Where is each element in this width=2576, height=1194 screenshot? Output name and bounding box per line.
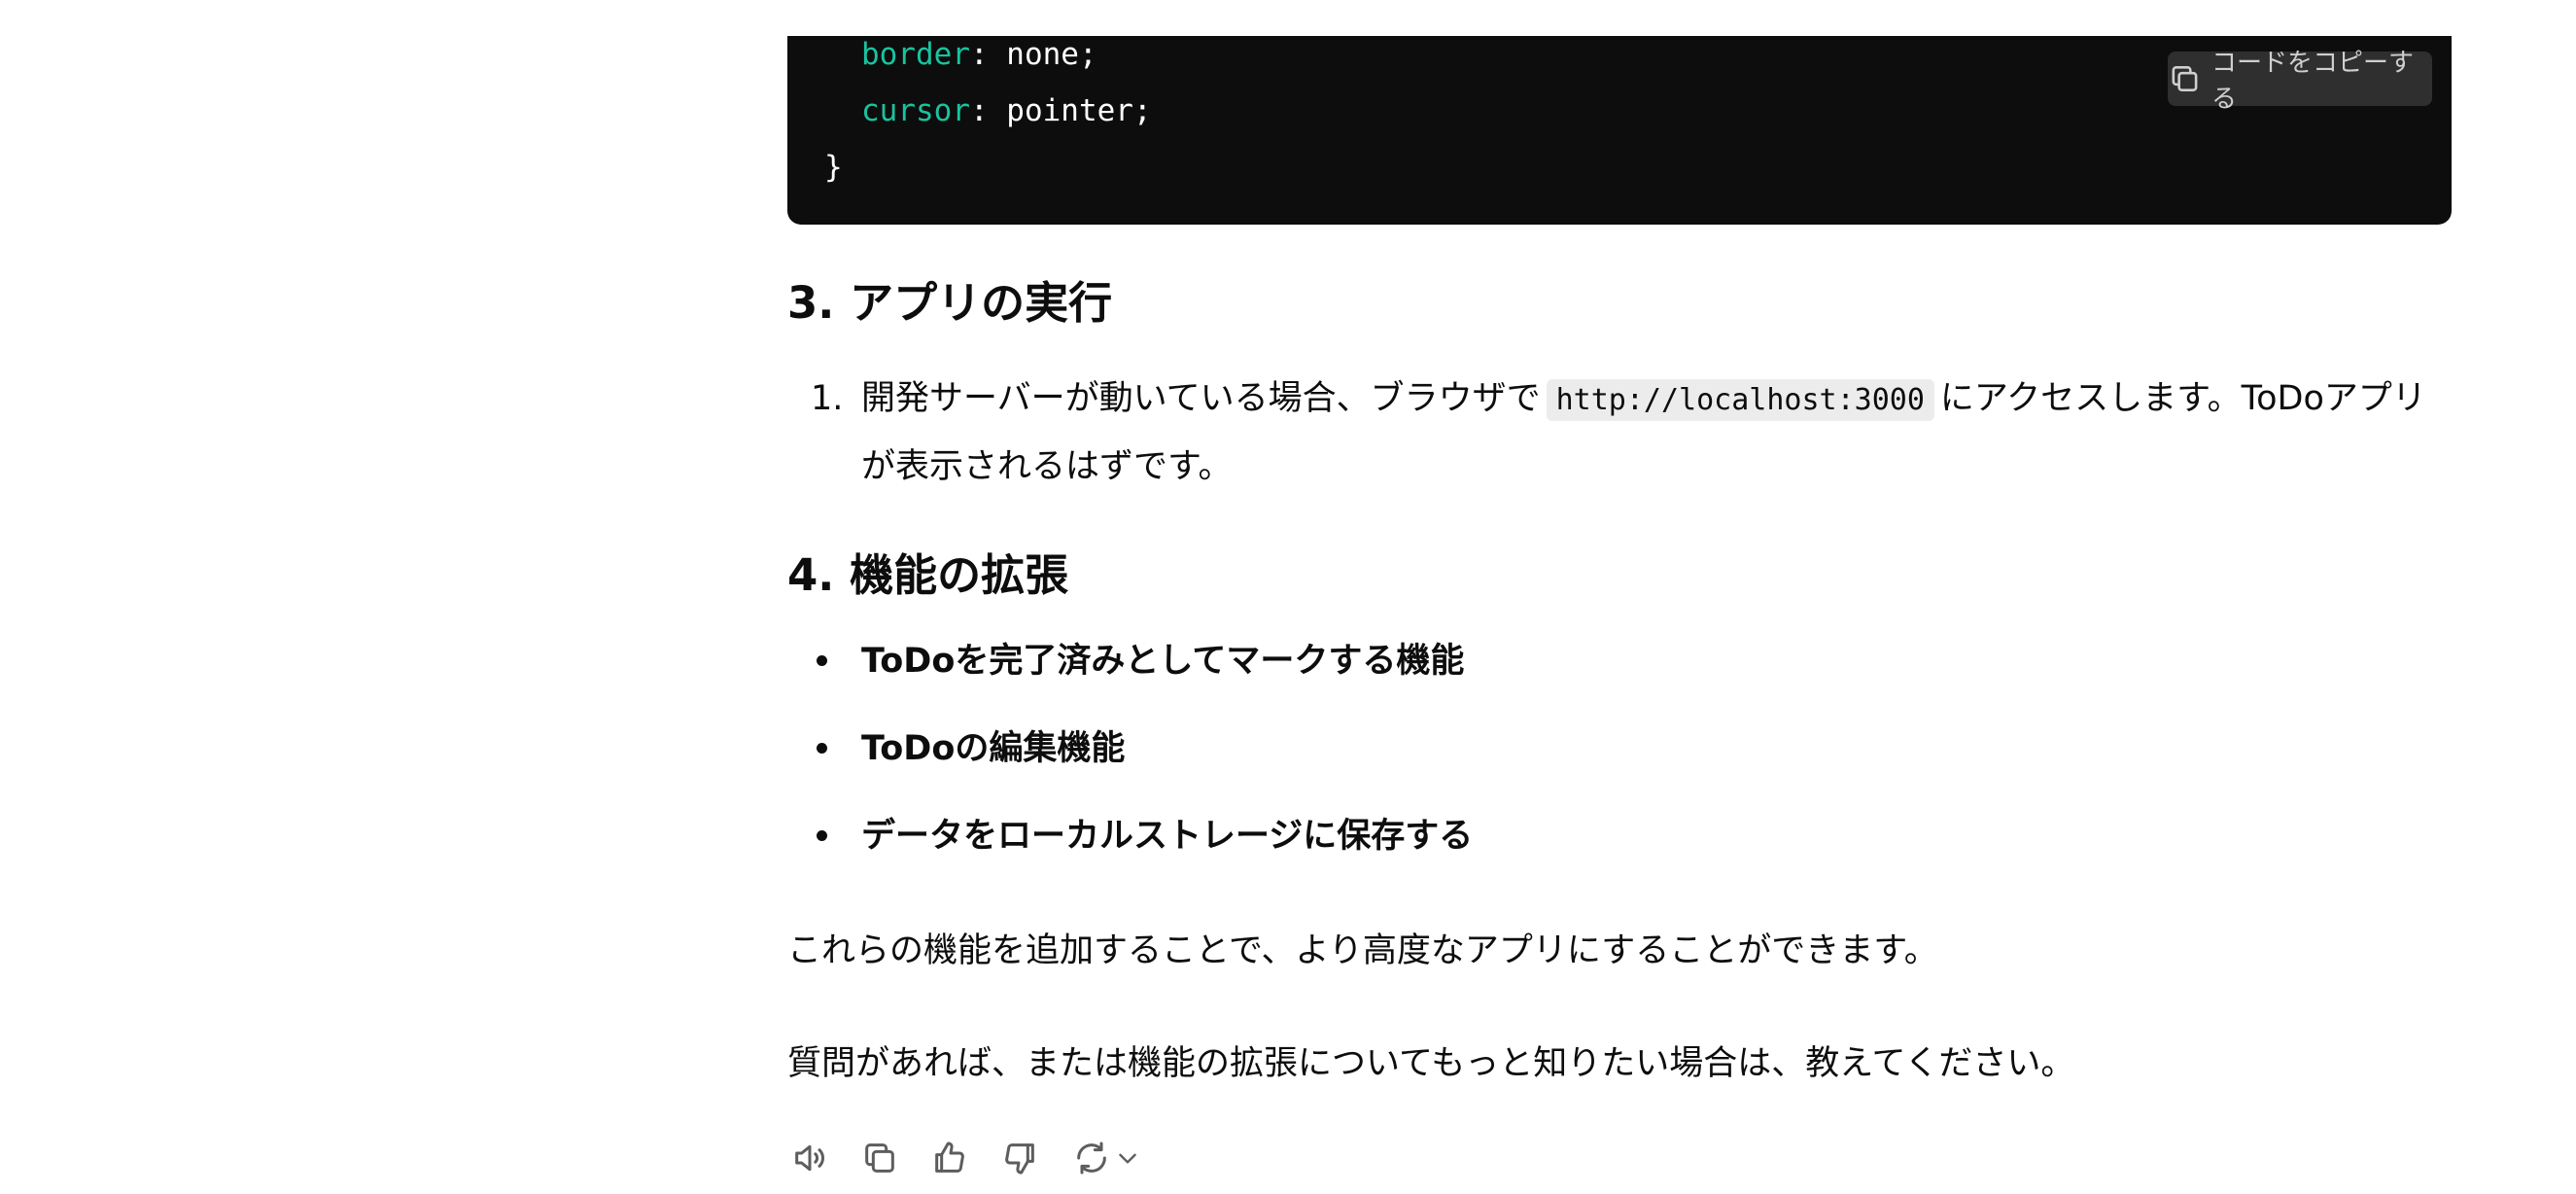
bad-response-button[interactable] (997, 1136, 1042, 1180)
read-aloud-button[interactable] (787, 1136, 832, 1180)
regenerate-button[interactable] (1067, 1136, 1145, 1180)
copy-icon (865, 1143, 894, 1173)
inline-code: http://localhost:3000 (1546, 379, 1934, 421)
bullet (817, 743, 827, 754)
message-actions (787, 1136, 1145, 1180)
code-block: border: none; cursor: pointer; } コードをコピー… (787, 36, 2452, 225)
chevron-down-icon (1119, 1153, 1136, 1164)
speaker-icon (795, 1144, 824, 1172)
list-number: 1. (811, 379, 844, 418)
section-heading-extension: 4. 機能の拡張 (787, 549, 1069, 601)
list-item-text: 開発サーバーが動いている場合、ブラウザで http://localhost:300… (861, 379, 2426, 486)
paragraph: これらの機能を追加することで、より高度なアプリにすることができます。 (787, 931, 1938, 970)
copy-code-button[interactable]: コードをコピーする (2168, 49, 2432, 114)
regenerate-icon (1077, 1141, 1106, 1175)
bullet (817, 830, 827, 841)
bullet (817, 655, 827, 666)
thumbs-down-icon (1005, 1143, 1034, 1175)
paragraph: 質問があれば、または機能の拡張についてもっと知りたい場合は、教えてください。 (787, 1044, 2075, 1083)
code-line: cursor: pointer; (861, 93, 1152, 128)
thumbs-up-icon (935, 1141, 964, 1173)
copy-icon (2172, 66, 2198, 91)
copy-message-button[interactable] (857, 1136, 902, 1180)
copy-code-label: コードをコピーする (2210, 49, 2414, 114)
code-line: } (824, 150, 843, 185)
code-line: border: none; (861, 37, 1097, 72)
good-response-button[interactable] (927, 1136, 972, 1180)
section-heading-run: 3. アプリの実行 (787, 277, 1113, 329)
